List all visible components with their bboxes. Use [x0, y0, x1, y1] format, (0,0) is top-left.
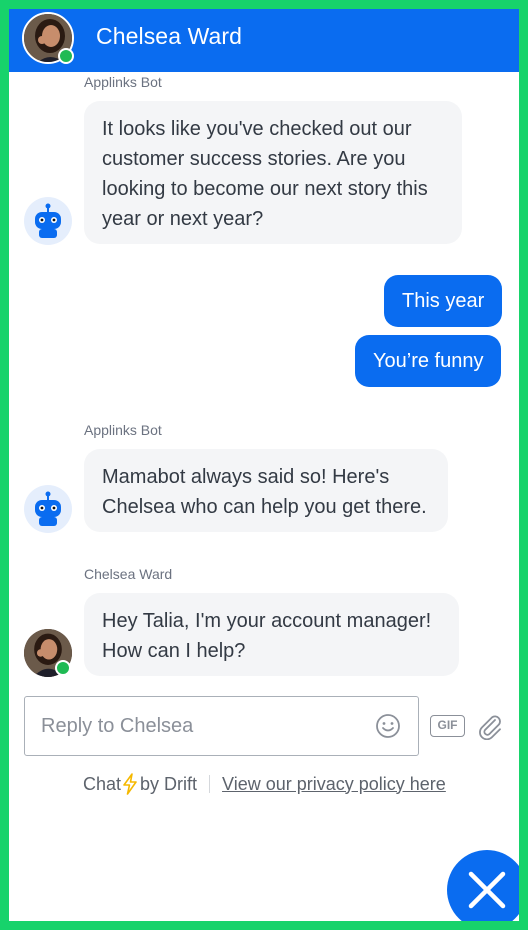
close-icon [468, 871, 506, 909]
bot-avatar [24, 485, 72, 533]
footer-divider [209, 775, 211, 793]
chat-label: Chat [83, 773, 122, 794]
bot-message-bubble: Mamabot always said so! Here's Chelsea w… [84, 449, 448, 532]
attach-button[interactable] [476, 712, 504, 741]
emoji-icon [376, 714, 400, 738]
reply-composer [24, 696, 419, 756]
reply-input[interactable] [41, 711, 361, 741]
paperclip-icon [479, 715, 501, 741]
emoji-button[interactable] [375, 713, 401, 739]
robot-icon [35, 203, 61, 238]
sender-label: Applinks Bot [84, 74, 162, 90]
agent-avatar [24, 629, 72, 677]
bot-avatar [24, 197, 72, 245]
sender-label: Applinks Bot [84, 422, 162, 438]
close-chat-button[interactable] [447, 850, 519, 921]
chat-header: Chelsea Ward [9, 9, 519, 72]
privacy-policy-link[interactable]: View our privacy policy here [222, 774, 446, 795]
agent-message-bubble: Hey Talia, I'm your account manager! How… [84, 593, 459, 676]
by-drift-label: by Drift [140, 773, 198, 794]
online-dot-icon [55, 660, 71, 676]
user-message-bubble: This year [384, 275, 503, 327]
sender-label: Chelsea Ward [84, 566, 173, 582]
lightning-icon [123, 773, 137, 795]
robot-icon [35, 491, 61, 526]
gif-button[interactable]: GIF [430, 715, 465, 737]
user-message-bubble: You’re funny [355, 335, 502, 387]
header-avatar [22, 12, 74, 64]
online-dot-icon [58, 48, 74, 64]
footer: Chat by Drift View our privacy policy he… [83, 773, 446, 795]
bot-message-bubble: It looks like you've checked out our cus… [84, 101, 462, 244]
chat-widget: Chelsea Ward Applinks Bot It looks like … [0, 0, 528, 930]
page-title: Chelsea Ward [96, 23, 243, 49]
